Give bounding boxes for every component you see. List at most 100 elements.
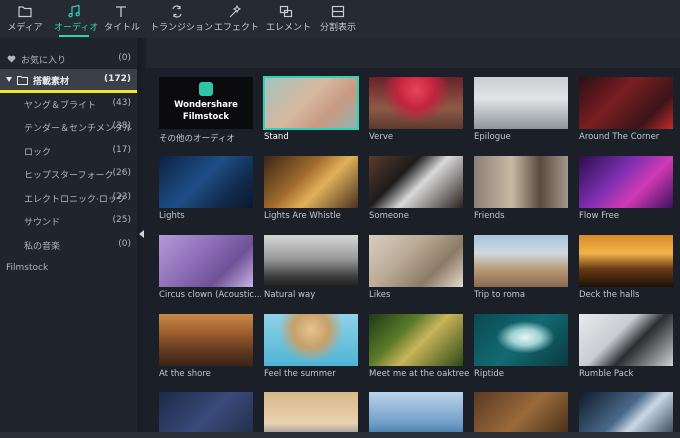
horizontal-scrollbar[interactable] xyxy=(0,432,680,438)
sidebar-item-label: 私の音楽 xyxy=(24,242,61,252)
tile-label: At the shore xyxy=(159,369,211,379)
sidebar-item-count: (17) xyxy=(112,145,131,155)
sidebar-item-hipster-folk[interactable]: ヒップスターフォーク (26) xyxy=(0,163,137,185)
sidebar-item-builtin[interactable]: 搭載素材 (172) xyxy=(0,69,137,91)
top-toolbar: メディア オーディオ タイトル トランジション エフェクト エレメント 分割表示 xyxy=(0,0,680,38)
sidebar-item-sound[interactable]: サウンド (25) xyxy=(0,210,137,232)
tab-effects[interactable]: エフェクト xyxy=(214,0,260,38)
sidebar-item-count: (26) xyxy=(112,168,131,178)
tile-label: Someone xyxy=(369,211,409,221)
collapse-sidebar-icon[interactable] xyxy=(139,230,144,238)
tile-label: Natural way xyxy=(264,290,316,300)
tile-label: Flow Free xyxy=(579,211,620,221)
tile-label: Lights xyxy=(159,211,185,221)
sidebar-item-label: 搭載素材 xyxy=(33,77,70,87)
tab-split-screen-label: 分割表示 xyxy=(319,23,356,33)
active-tab-indicator xyxy=(59,35,89,37)
tile-thumbnail xyxy=(474,235,568,287)
logo-text-line1: Wondershare xyxy=(174,100,238,110)
tile-thumbnail xyxy=(159,314,253,366)
tile-label: Verve xyxy=(369,132,394,142)
media-tile[interactable] xyxy=(474,392,568,432)
sidebar-item-count: (172) xyxy=(103,74,131,84)
tile-label: Around The Corner xyxy=(579,132,660,142)
tile-thumbnail xyxy=(579,156,673,208)
tile-thumbnail xyxy=(159,235,253,287)
tile-label: Deck the halls xyxy=(579,290,640,300)
tile-thumbnail xyxy=(369,77,463,129)
tab-titles[interactable]: タイトル xyxy=(104,0,141,38)
tile-label: Stand xyxy=(264,132,289,142)
text-icon xyxy=(116,6,126,17)
tile-label: Riptide xyxy=(474,369,504,379)
tile-thumbnail xyxy=(474,314,568,366)
wondershare-logo-icon xyxy=(199,82,213,96)
tile-label: Lights Are Whistle xyxy=(264,211,341,221)
tile-thumbnail xyxy=(474,392,568,432)
folder-icon xyxy=(17,76,28,85)
tile-label: Trip to roma xyxy=(474,290,526,300)
tab-titles-label: タイトル xyxy=(104,23,141,33)
sidebar-item-rock[interactable]: ロック (17) xyxy=(0,140,137,162)
tile-thumbnail xyxy=(263,76,359,130)
sidebar-item-label: Filmstock xyxy=(6,263,49,273)
tile-thumbnail xyxy=(264,156,358,208)
sidebar-item-count: (25) xyxy=(112,215,131,225)
sidebar-item-label: ロック xyxy=(24,148,52,158)
heart-icon xyxy=(7,55,16,63)
transition-icon xyxy=(172,5,182,18)
sidebar-item-count: (38) xyxy=(112,121,131,131)
sidebar-item-filmstock[interactable]: Filmstock xyxy=(0,258,137,280)
filmstock-logo: Wondershare Filmstock xyxy=(159,77,253,129)
sidebar-item-my-music[interactable]: 私の音楽 (0) xyxy=(0,234,137,256)
media-tile[interactable] xyxy=(369,392,463,432)
media-tile[interactable] xyxy=(579,392,673,432)
tile-thumbnail xyxy=(264,314,358,366)
split-screen-icon xyxy=(331,5,345,18)
sidebar-item-count: (0) xyxy=(118,239,131,249)
folder-icon xyxy=(18,6,32,18)
sidebar-item-count: (23) xyxy=(112,192,131,202)
media-tile[interactable] xyxy=(159,392,253,432)
tile-thumbnail xyxy=(579,235,673,287)
tab-effects-label: エフェクト xyxy=(214,23,260,33)
logo-text-line2: Filmstock xyxy=(182,112,230,122)
tile-label: Rumble Pack xyxy=(579,369,634,379)
tile-thumbnail xyxy=(159,156,253,208)
tile-thumbnail xyxy=(369,314,463,366)
tile-label: Likes xyxy=(369,290,391,300)
sidebar-item-label: サウンド xyxy=(24,218,61,228)
tile-thumbnail xyxy=(579,77,673,129)
tile-thumbnail xyxy=(159,392,253,432)
sidebar-item-count: (0) xyxy=(118,53,131,63)
tile-thumbnail xyxy=(369,392,463,432)
tile-label: Epilogue xyxy=(474,132,511,142)
tab-media[interactable]: メディア xyxy=(6,0,44,38)
sidebar-item-label: ヤング＆ブライト xyxy=(24,101,97,111)
sidebar-item-label: ヒップスターフォーク xyxy=(24,171,114,181)
tile-label: Meet me at the oaktree xyxy=(369,369,470,379)
sidebar-item-electronic-rock[interactable]: エレクトロニック·ロック (23) xyxy=(0,187,137,209)
media-tile[interactable] xyxy=(264,392,358,432)
tile-label: その他のオーディオ xyxy=(159,134,235,144)
tab-elements-label: エレメント xyxy=(266,23,312,33)
tile-thumbnail xyxy=(474,156,568,208)
tab-transitions[interactable]: トランジション xyxy=(150,0,214,38)
tile-thumbnail xyxy=(369,235,463,287)
tab-audio-label: オーディオ xyxy=(54,23,99,33)
tab-split-screen[interactable]: 分割表示 xyxy=(318,0,358,38)
sidebar-item-tender-sentimental[interactable]: テンダー＆センチメンタル (38) xyxy=(0,116,137,138)
element-icon xyxy=(279,5,293,18)
sidebar-item-favorites[interactable]: お気に入り (0) xyxy=(0,48,137,70)
tile-thumbnail xyxy=(264,235,358,287)
tab-elements[interactable]: エレメント xyxy=(266,0,312,38)
sidebar-item-young-bright[interactable]: ヤング＆ブライト (43) xyxy=(0,93,137,115)
tile-thumbnail xyxy=(579,392,673,432)
tab-transitions-label: トランジション xyxy=(150,23,214,33)
tile-thumbnail xyxy=(264,392,358,432)
tile-label: Friends xyxy=(474,211,505,221)
tab-audio[interactable]: オーディオ xyxy=(54,0,99,38)
content-header-bar xyxy=(146,38,680,68)
tile-label: Feel the summer xyxy=(264,369,336,379)
tile-label: Circus clown (Acoustic... xyxy=(159,290,261,300)
